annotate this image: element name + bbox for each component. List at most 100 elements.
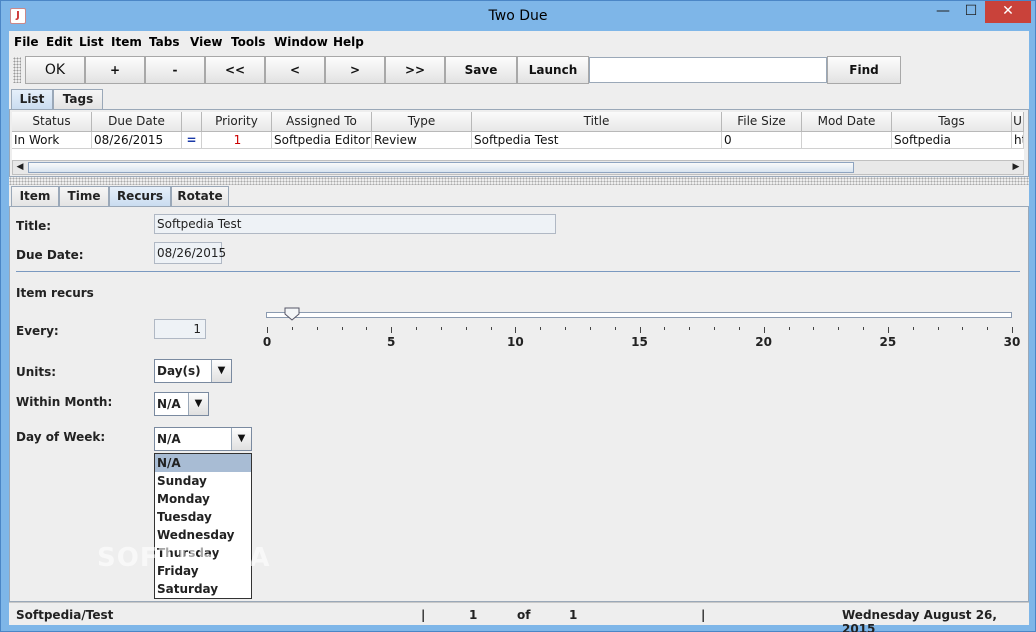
tab-rotate[interactable]: Rotate: [171, 186, 229, 206]
find-button[interactable]: Find: [827, 56, 901, 84]
slider-tick: [614, 327, 616, 330]
cell-assigned-to[interactable]: Softpedia Editor: [272, 132, 372, 149]
menu-view[interactable]: View: [190, 35, 222, 49]
col-priority[interactable]: Priority: [202, 112, 272, 132]
due-date-field[interactable]: 08/26/2015: [154, 242, 226, 264]
status-separator: |: [701, 608, 706, 622]
menu-tools[interactable]: Tools: [231, 35, 265, 49]
slider-tick-label: 30: [1003, 335, 1021, 349]
cell-title[interactable]: Softpedia Test: [472, 132, 722, 149]
col-type[interactable]: Type: [372, 112, 472, 132]
search-input[interactable]: [589, 57, 827, 83]
status-current: 1: [469, 608, 478, 622]
next-button[interactable]: >: [325, 56, 385, 84]
menu-file[interactable]: File: [14, 35, 39, 49]
scroll-left-icon[interactable]: ◀: [13, 161, 27, 174]
first-button[interactable]: <<: [205, 56, 265, 84]
slider-tick: [887, 327, 889, 333]
title-field[interactable]: Softpedia Test: [154, 214, 556, 234]
col-tags[interactable]: Tags: [892, 112, 1012, 132]
cell-mod-date[interactable]: [802, 132, 892, 149]
slider-tick: [440, 327, 442, 330]
every-field[interactable]: 1: [154, 319, 206, 339]
prev-button[interactable]: <: [265, 56, 325, 84]
col-flag[interactable]: [182, 112, 202, 132]
menu-window[interactable]: Window: [274, 35, 328, 49]
tab-recurs[interactable]: Recurs: [109, 186, 171, 207]
close-button[interactable]: ✕: [985, 1, 1031, 23]
option-na[interactable]: N/A: [155, 454, 251, 472]
chevron-down-icon[interactable]: ▼: [188, 393, 208, 415]
remove-button[interactable]: -: [145, 56, 205, 84]
col-assigned-to[interactable]: Assigned To: [272, 112, 372, 132]
every-slider-track[interactable]: [266, 312, 1012, 318]
units-value: Day(s): [157, 364, 201, 378]
col-title[interactable]: Title: [472, 112, 722, 132]
maximize-button[interactable]: ☐: [957, 1, 985, 23]
cell-file-size[interactable]: 0: [722, 132, 802, 149]
cell-priority[interactable]: 1: [202, 132, 272, 149]
cell-url[interactable]: ht: [1012, 132, 1024, 149]
col-status[interactable]: Status: [12, 112, 92, 132]
scroll-right-icon[interactable]: ▶: [1009, 161, 1023, 174]
menu-tabs[interactable]: Tabs: [149, 35, 179, 49]
slider-tick: [416, 327, 417, 330]
slider-tick: [962, 327, 964, 330]
add-button[interactable]: +: [85, 56, 145, 84]
option-saturday[interactable]: Saturday: [155, 580, 251, 598]
slider-tick: [788, 327, 790, 330]
option-monday[interactable]: Monday: [155, 490, 251, 508]
slider-tick: [664, 327, 666, 330]
ok-button[interactable]: OK: [25, 56, 85, 84]
chevron-down-icon[interactable]: ▼: [231, 428, 251, 450]
menu-item[interactable]: Item: [111, 35, 142, 49]
col-file-size[interactable]: File Size: [722, 112, 802, 132]
day-of-week-value: N/A: [157, 432, 181, 446]
tab-time[interactable]: Time: [59, 186, 109, 206]
cell-type[interactable]: Review: [372, 132, 472, 149]
launch-button[interactable]: Launch: [517, 56, 589, 84]
slider-tick: [987, 327, 989, 330]
units-combo[interactable]: Day(s) ▼: [154, 359, 232, 383]
tab-tags[interactable]: Tags: [53, 89, 103, 109]
minimize-button[interactable]: —: [929, 1, 957, 23]
col-mod-date[interactable]: Mod Date: [802, 112, 892, 132]
option-wednesday[interactable]: Wednesday: [155, 526, 251, 544]
cell-flag-icon[interactable]: =: [182, 132, 202, 149]
status-total: 1: [569, 608, 578, 622]
slider-tick: [366, 327, 368, 330]
split-pane-divider[interactable]: [9, 177, 1029, 185]
cell-tags[interactable]: Softpedia: [892, 132, 1012, 149]
last-button[interactable]: >>: [385, 56, 445, 84]
every-label: Every:: [16, 324, 59, 338]
every-slider-thumb[interactable]: [284, 307, 300, 321]
option-sunday[interactable]: Sunday: [155, 472, 251, 490]
cell-status[interactable]: In Work: [12, 132, 92, 149]
scroll-thumb[interactable]: [28, 162, 854, 173]
col-due-date[interactable]: Due Date: [92, 112, 182, 132]
col-url[interactable]: U: [1012, 112, 1024, 132]
chevron-down-icon[interactable]: ▼: [211, 360, 231, 382]
title-bar[interactable]: J Two Due — ☐ ✕: [1, 1, 1035, 31]
status-bar: Softpedia/Test | 1 of 1 | Wednesday Augu…: [9, 602, 1029, 632]
cell-due-date[interactable]: 08/26/2015: [92, 132, 182, 149]
toolbar-grip-icon[interactable]: [13, 57, 21, 83]
toolbar: OK + - << < > >> Save Launch Find: [9, 55, 1029, 85]
tab-list[interactable]: List: [11, 89, 53, 110]
menu-help[interactable]: Help: [333, 35, 364, 49]
within-month-combo[interactable]: N/A ▼: [154, 392, 209, 416]
slider-tick: [714, 327, 715, 330]
horizontal-scrollbar[interactable]: ◀ ▶: [12, 160, 1024, 175]
slider-tick: [540, 327, 542, 330]
menu-list[interactable]: List: [79, 35, 104, 49]
slider-tick: [267, 327, 268, 333]
save-button[interactable]: Save: [445, 56, 517, 84]
tab-item[interactable]: Item: [11, 186, 59, 206]
menu-edit[interactable]: Edit: [46, 35, 73, 49]
slider-tick: [763, 327, 765, 333]
status-separator: |: [421, 608, 426, 622]
slider-tick: [813, 327, 815, 330]
day-of-week-combo[interactable]: N/A ▼: [154, 427, 252, 451]
watermark-logo: SOFTPEDIA: [97, 543, 271, 573]
option-tuesday[interactable]: Tuesday: [155, 508, 251, 526]
